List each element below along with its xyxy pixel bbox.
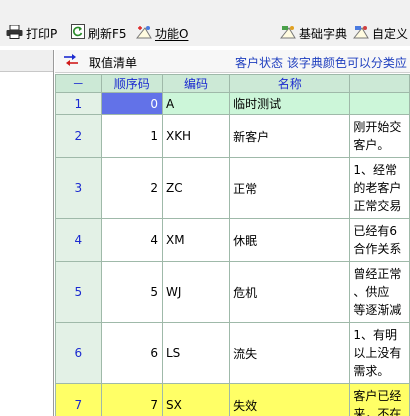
code-cell[interactable]: WJ	[161, 261, 231, 323]
code-cell[interactable]: ZC	[161, 157, 231, 219]
print-label: 打印P	[26, 26, 58, 41]
column-header-collapse[interactable]: －	[55, 74, 102, 93]
order-cell[interactable]: 4	[100, 218, 163, 262]
description-line: 、供应	[353, 285, 390, 299]
description-cell[interactable]: 曾经正常 、供应 等逐渐减	[349, 261, 410, 323]
order-cell[interactable]: 0	[100, 92, 163, 115]
name-cell[interactable]: 危机	[229, 261, 351, 323]
code-cell[interactable]: SX	[161, 383, 231, 416]
refresh-icon	[71, 24, 85, 42]
left-panel	[0, 50, 54, 416]
description-cell[interactable]: 1、有明 以上没有 需求。	[349, 322, 410, 384]
description-line: 需求。	[353, 364, 390, 378]
description-line: 的老客户	[353, 181, 402, 195]
order-cell[interactable]: 2	[100, 157, 163, 219]
name-cell[interactable]: 失效	[229, 383, 351, 416]
function-label: 功能O	[155, 26, 189, 41]
code-cell[interactable]: A	[161, 92, 231, 115]
table-header-row: － 顺序码 编码 名称	[55, 74, 410, 93]
print-button[interactable]: 打印P	[6, 24, 57, 42]
table-row[interactable]: 7 7 SX 失效 客户已经 来，不在	[55, 383, 410, 416]
order-cell[interactable]: 7	[100, 383, 163, 416]
description-line: 客户已经	[353, 389, 402, 403]
table-row[interactable]: 5 5 WJ 危机 曾经正常 、供应 等逐渐减	[55, 261, 410, 323]
description-line: 来，不在	[353, 407, 402, 416]
table-row[interactable]: 1 0 A 临时测试	[55, 92, 410, 115]
table-row[interactable]: 4 4 XM 休眠 已经有6 合作关系	[55, 218, 410, 262]
description-line: 刚开始交	[353, 120, 402, 134]
description-line: 以上没有	[353, 346, 402, 360]
column-header-code[interactable]: 编码	[161, 74, 231, 93]
list-header: 取值清单 客户状态 该字典颜色可以分类应	[55, 50, 410, 73]
row-number: 4	[55, 218, 102, 262]
name-cell[interactable]: 临时测试	[229, 92, 351, 115]
list-title: 取值清单	[89, 56, 138, 70]
sort-icon[interactable]	[63, 53, 79, 70]
name-cell[interactable]: 正常	[229, 157, 351, 219]
status-description: 客户状态 该字典颜色可以分类应	[235, 56, 407, 70]
description-line: 1、经常	[353, 163, 398, 177]
code-cell[interactable]: XKH	[161, 114, 231, 158]
refresh-label: 刷新F5	[88, 26, 127, 41]
order-cell[interactable]: 5	[100, 261, 163, 323]
row-number: 7	[55, 383, 102, 416]
dictionary-icon	[279, 25, 296, 42]
table-row[interactable]: 6 6 LS 流失 1、有明 以上没有 需求。	[55, 322, 410, 384]
description-cell[interactable]	[349, 92, 410, 115]
description-cell[interactable]: 已经有6 合作关系	[349, 218, 410, 262]
table-row[interactable]: 3 2 ZC 正常 1、经常 的老客户 正常交易	[55, 157, 410, 219]
description-line: 等逐渐减	[353, 303, 402, 317]
description-line: 曾经正常	[353, 267, 402, 281]
column-header-name[interactable]: 名称	[229, 74, 351, 93]
toolbar: 打印P 刷新F5 功能O 基础字典 自定义	[0, 0, 410, 46]
refresh-button[interactable]: 刷新F5	[71, 24, 127, 42]
name-cell[interactable]: 流失	[229, 322, 351, 384]
row-number: 2	[55, 114, 102, 158]
order-cell[interactable]: 6	[100, 322, 163, 384]
description-line: 合作关系	[353, 242, 402, 256]
column-header-order[interactable]: 顺序码	[100, 74, 163, 93]
custom-label: 自定义	[372, 26, 409, 41]
description-cell[interactable]: 刚开始交 客户。	[349, 114, 410, 158]
function-button[interactable]: 功能O	[135, 24, 189, 42]
name-cell[interactable]: 休眠	[229, 218, 351, 262]
row-number: 5	[55, 261, 102, 323]
custom-icon	[352, 25, 369, 42]
description-line: 客户。	[353, 138, 390, 152]
code-cell[interactable]: LS	[161, 322, 231, 384]
printer-icon	[6, 24, 23, 42]
description-line: 已经有6	[353, 224, 398, 238]
row-number: 1	[55, 92, 102, 115]
row-number: 6	[55, 322, 102, 384]
dictionary-label: 基础字典	[299, 26, 348, 41]
description-cell[interactable]: 客户已经 来，不在	[349, 383, 410, 416]
description-line: 正常交易	[353, 199, 402, 213]
row-number: 3	[55, 157, 102, 219]
name-cell[interactable]: 新客户	[229, 114, 351, 158]
values-table: － 顺序码 编码 名称 1 0 A 临时测试 2 1 XKH 新客户 刚开始交 …	[55, 74, 410, 416]
table-row[interactable]: 2 1 XKH 新客户 刚开始交 客户。	[55, 114, 410, 158]
description-cell[interactable]: 1、经常 的老客户 正常交易	[349, 157, 410, 219]
column-header-description[interactable]	[349, 74, 410, 93]
custom-button[interactable]: 自定义	[352, 24, 409, 42]
order-cell[interactable]: 1	[100, 114, 163, 158]
description-line: 1、有明	[353, 328, 398, 342]
function-icon	[135, 25, 152, 42]
dictionary-button[interactable]: 基础字典	[279, 24, 348, 42]
data-grid: － 顺序码 编码 名称 1 0 A 临时测试 2 1 XKH 新客户 刚开始交 …	[55, 74, 410, 416]
left-panel-header	[0, 50, 53, 72]
code-cell[interactable]: XM	[161, 218, 231, 262]
